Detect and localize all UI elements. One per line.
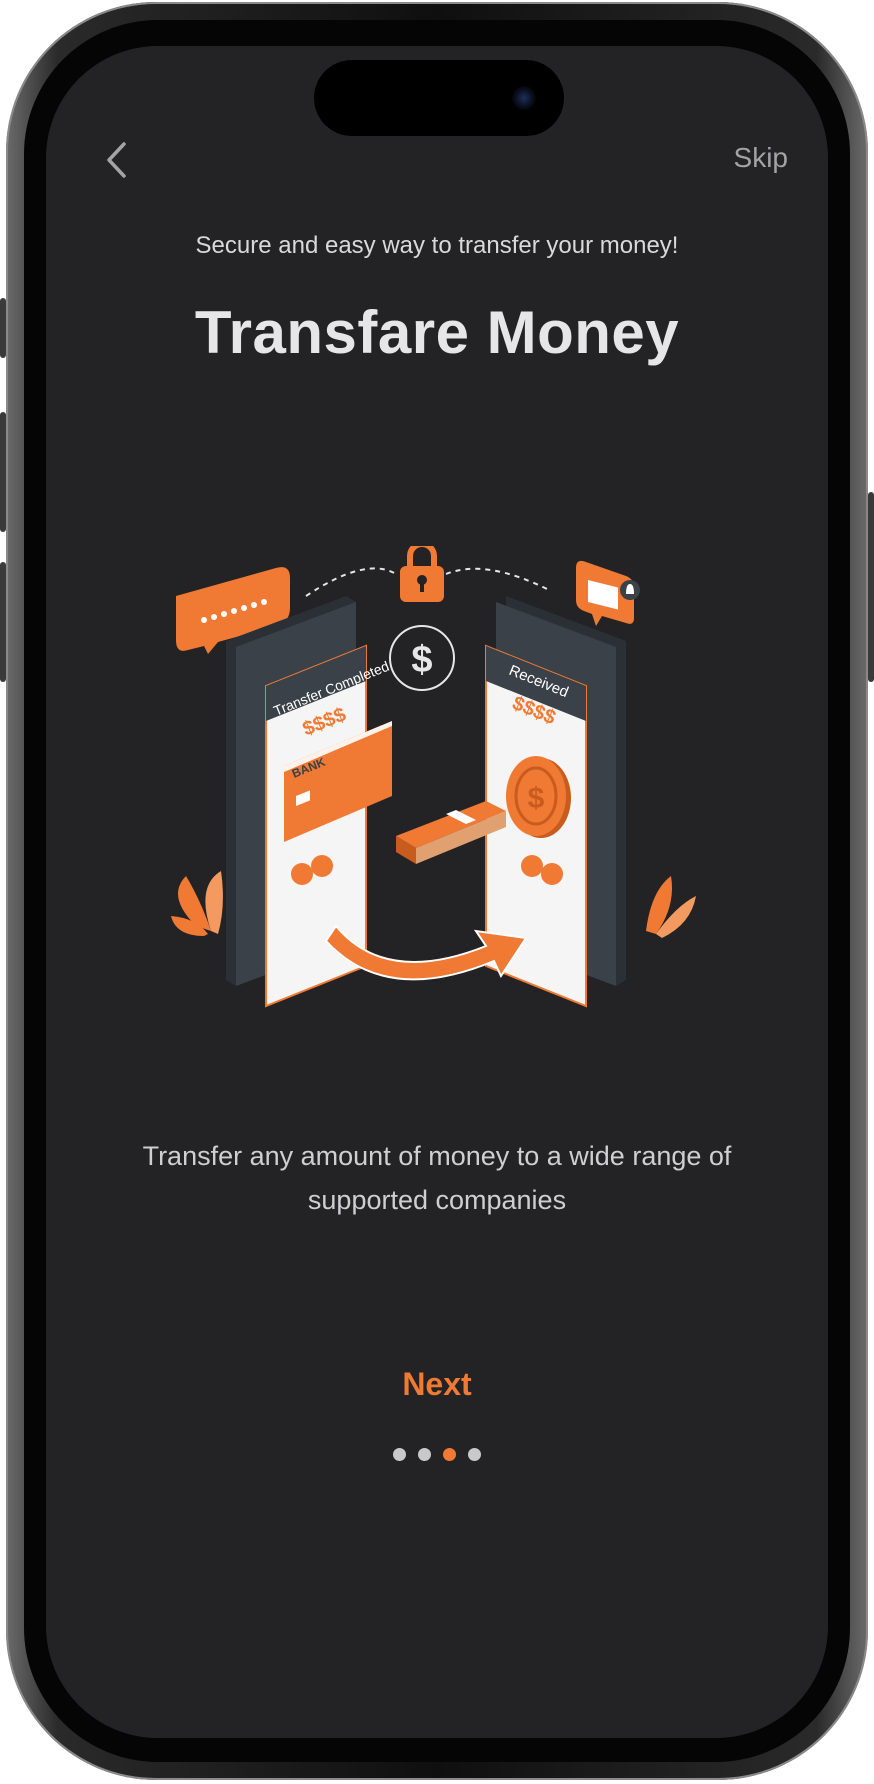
dynamic-island (314, 60, 564, 136)
page-dot-2[interactable] (418, 1448, 431, 1461)
page-dot-1[interactable] (393, 1448, 406, 1461)
plant-right-icon (646, 876, 696, 938)
camera-icon (512, 86, 536, 110)
skip-button[interactable]: Skip (734, 142, 788, 174)
chevron-left-icon (107, 142, 126, 178)
user-avatar-icon (521, 855, 543, 877)
user-avatar-icon (311, 855, 333, 877)
power-button (868, 492, 874, 682)
action-button (0, 298, 6, 358)
lock-icon (400, 546, 444, 602)
left-phone: Transfer Completed $$$$ BANK (226, 596, 392, 1008)
plant-left-icon (171, 871, 223, 936)
user-avatar-icon (291, 863, 313, 885)
volume-up-button (0, 412, 6, 532)
svg-text:$: $ (528, 782, 545, 815)
volume-down-button (0, 562, 6, 682)
page-dot-3-active[interactable] (443, 1448, 456, 1461)
onboarding-title: Transfare Money (194, 299, 680, 366)
next-button[interactable]: Next (337, 1356, 537, 1412)
user-avatar-icon (541, 863, 563, 885)
mail-notification-icon (576, 560, 640, 626)
dashed-link-left (305, 567, 397, 597)
page-dot-4[interactable] (468, 1448, 481, 1461)
svg-text:$: $ (411, 639, 432, 681)
dollar-circle-icon: $ (389, 625, 455, 691)
app-screen: Skip Secure and easy way to transfer you… (46, 46, 828, 1738)
onboarding-subtitle: Secure and easy way to transfer your mon… (195, 232, 679, 259)
page-indicator (46, 1448, 828, 1461)
money-transfer-illustration: $ Transfer Completed $$$$ BANK Received … (171, 546, 696, 1008)
onboarding-description: Transfer any amount of money to a wide r… (142, 1141, 732, 1215)
back-button[interactable] (96, 136, 136, 184)
dashed-link-right (445, 567, 552, 592)
